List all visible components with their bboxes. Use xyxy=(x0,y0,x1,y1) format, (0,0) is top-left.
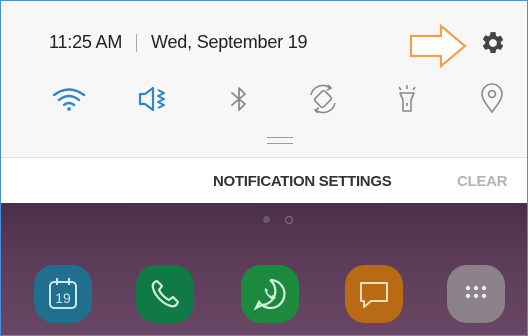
notification-actions-bar: NOTIFICATION SETTINGS CLEAR xyxy=(1,157,527,204)
page-dot-active xyxy=(285,216,293,224)
calendar-day: 19 xyxy=(55,290,71,306)
wifi-icon xyxy=(52,88,86,111)
status-row: 11:25 AM Wed, September 19 xyxy=(1,1,527,81)
calendar-icon: 19 xyxy=(49,278,77,309)
home-screen-background: 19 xyxy=(1,203,527,335)
quick-setting-bluetooth[interactable] xyxy=(219,83,259,115)
apps-drawer-icon xyxy=(465,285,487,299)
notification-settings-button[interactable]: NOTIFICATION SETTINGS xyxy=(213,173,392,190)
arrow-pointer-icon xyxy=(409,23,467,69)
quick-setting-flashlight[interactable] xyxy=(387,83,427,115)
quick-setting-wifi[interactable] xyxy=(49,83,89,115)
bluetooth-icon xyxy=(231,87,246,111)
current-date: Wed, September 19 xyxy=(151,32,308,52)
notification-panel: 11:25 AM Wed, September 19 xyxy=(1,1,527,157)
app-phone[interactable] xyxy=(136,265,194,323)
auto-rotate-icon xyxy=(310,84,336,114)
clear-button[interactable]: CLEAR xyxy=(457,173,507,190)
whatsapp-icon xyxy=(253,278,286,311)
time-date-separator xyxy=(136,34,137,52)
settings-gear-icon[interactable] xyxy=(480,30,506,56)
messages-icon xyxy=(360,282,388,308)
sound-mute-icon xyxy=(138,86,165,112)
quick-setting-auto-rotate[interactable] xyxy=(303,83,343,115)
location-icon xyxy=(481,83,503,114)
quick-setting-sound[interactable] xyxy=(134,83,174,115)
flashlight-icon xyxy=(398,85,416,112)
clock-time: 11:25 AM xyxy=(49,32,123,52)
app-calendar[interactable]: 19 xyxy=(34,265,92,323)
screenshot-frame: 11:25 AM Wed, September 19 NOTIFICATION … xyxy=(0,0,528,336)
page-indicator xyxy=(257,215,297,225)
app-messages[interactable] xyxy=(345,265,403,323)
phone-icon xyxy=(151,279,180,308)
quick-setting-location[interactable] xyxy=(472,83,512,115)
app-drawer[interactable] xyxy=(447,265,505,323)
page-dot xyxy=(263,216,270,223)
panel-drag-handle[interactable] xyxy=(267,137,293,144)
app-whatsapp[interactable] xyxy=(241,265,299,323)
